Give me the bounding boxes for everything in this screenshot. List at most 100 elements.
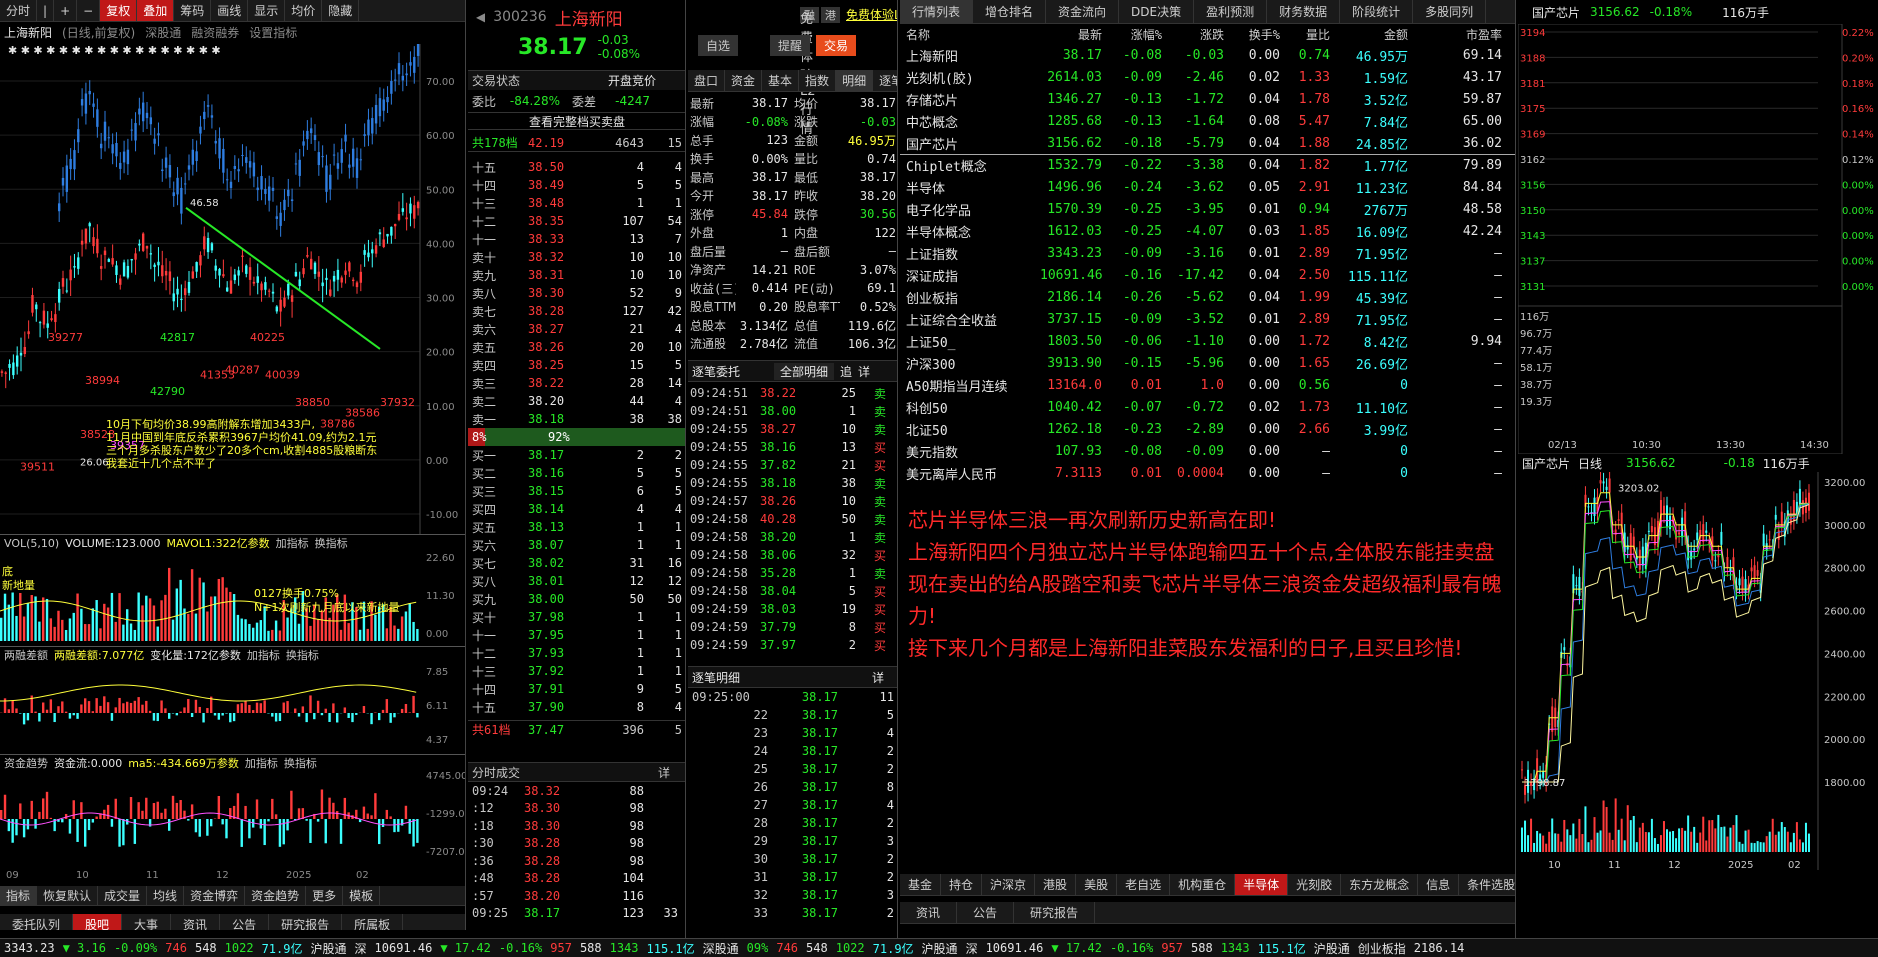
- list-row[interactable]: 创业板指 2186.14 -0.26 -5.62 0.04 1.99 45.39亿 —: [900, 286, 1515, 308]
- order-row[interactable]: 卖三 38.22 28 14: [468, 374, 685, 392]
- list-header-0[interactable]: 名称: [900, 26, 1040, 43]
- order-row[interactable]: 十四 38.49 5 5: [468, 176, 685, 194]
- list-tab-0[interactable]: 行情列表: [900, 0, 974, 23]
- list-tab-1[interactable]: 增仓排名: [973, 0, 1047, 23]
- toolbar-btn-7[interactable]: 画线: [211, 0, 249, 21]
- list-header-3[interactable]: 涨跌: [1162, 26, 1224, 43]
- list-bottom-tab-2[interactable]: 沪深京: [982, 874, 1036, 895]
- index-daily-chart[interactable]: 3200.00 3000.00 2800.00 2600.00 2400.00 2200.…: [1518, 472, 1878, 870]
- quote-tab-2[interactable]: 基本: [762, 70, 800, 91]
- order-row[interactable]: 买九 38.00 50 50: [468, 590, 685, 608]
- order-row[interactable]: 买三 38.15 6 5: [468, 482, 685, 500]
- index-intraday-chart[interactable]: 3194 0.22% 3188 0.20% 3181 0.18% 3175 0.16% 3169…: [1518, 24, 1878, 454]
- full-book-link[interactable]: 查看完整档买卖盘: [529, 113, 625, 130]
- fenshi-title[interactable]: 分时成交: [468, 764, 658, 781]
- quote-tab-1[interactable]: 资金: [725, 70, 763, 91]
- watch-button[interactable]: 自选: [698, 34, 739, 56]
- order-row[interactable]: 买二 38.16 5 5: [468, 464, 685, 482]
- order-row[interactable]: 买十 37.98 1 1: [468, 608, 685, 626]
- list-tab-6[interactable]: 阶段统计: [1340, 0, 1414, 23]
- list-header-5[interactable]: 量比: [1280, 26, 1330, 43]
- zhubi-detail[interactable]: 详: [858, 363, 870, 380]
- order-row[interactable]: 十五 38.50 4 4: [468, 158, 685, 176]
- list-bottom-tab-4[interactable]: 美股: [1076, 874, 1118, 895]
- order-row[interactable]: 卖五 38.26 20 10: [468, 338, 685, 356]
- toolbar-btn-9[interactable]: 均价: [285, 0, 323, 21]
- list-header-6[interactable]: 金额: [1330, 26, 1408, 43]
- list-row[interactable]: 中芯概念 1285.68 -0.13 -1.64 0.08 5.47 7.84亿 65.00: [900, 110, 1515, 132]
- left-tab-5[interactable]: 研究报告: [269, 914, 343, 930]
- toolbar-btn-3[interactable]: −: [77, 0, 101, 21]
- margin-switch-btn[interactable]: 换指标: [286, 647, 319, 663]
- list-bottom-tab-0[interactable]: 基金: [900, 874, 942, 895]
- order-row[interactable]: 买一 38.17 2 2: [468, 446, 685, 464]
- quote-tab-4[interactable]: 明细: [836, 70, 874, 91]
- indicator-tab-4[interactable]: 资金博弈: [184, 886, 246, 905]
- order-row[interactable]: 卖一 38.18 38 38: [468, 410, 685, 428]
- order-row[interactable]: 卖二 38.20 44 4: [468, 392, 685, 410]
- list-bottom-tab-3[interactable]: 港股: [1035, 874, 1077, 895]
- zhubi-chase[interactable]: 追: [840, 363, 852, 380]
- list-header-4[interactable]: 换手%: [1224, 26, 1280, 43]
- list-row[interactable]: 电子化学品 1570.39 -0.25 -3.95 0.01 0.94 2767万 48.58: [900, 198, 1515, 220]
- order-row[interactable]: 卖六 38.27 21 4: [468, 320, 685, 338]
- order-row[interactable]: 卖四 38.25 15 5: [468, 356, 685, 374]
- toolbar-btn-2[interactable]: +: [54, 0, 78, 21]
- list-row[interactable]: 上证综合全收益 3737.15 -0.09 -3.52 0.01 2.89 71.95亿 —: [900, 308, 1515, 330]
- toolbar-btn-6[interactable]: 筹码: [174, 0, 212, 21]
- toolbar-btn-10[interactable]: 隐藏: [322, 0, 360, 21]
- toolbar-btn-5[interactable]: 叠加: [137, 0, 175, 21]
- list-row[interactable]: 深证成指 10691.46 -0.16 -17.42 0.04 2.50 115.11亿 —: [900, 264, 1515, 286]
- list-bottom-tab-1[interactable]: 持仓: [941, 874, 983, 895]
- list-row[interactable]: 美元指数 107.93 -0.08 -0.09 0.00 — 0 —: [900, 440, 1515, 462]
- order-row[interactable]: 十一 37.95 1 1: [468, 626, 685, 644]
- list-row[interactable]: 半导体概念 1612.03 -0.25 -4.07 0.03 1.85 16.09亿 42.2…: [900, 220, 1515, 242]
- indicator-tab-6[interactable]: 更多: [306, 886, 344, 905]
- quote-tab-5[interactable]: 逐笔: [873, 70, 897, 91]
- quote-tab-0[interactable]: 盘口: [688, 70, 726, 91]
- list-row[interactable]: 北证50 1262.18 -0.23 -2.89 0.00 2.66 3.99亿 —: [900, 418, 1515, 440]
- prev-stock-icon[interactable]: ◀: [476, 10, 485, 24]
- list-row[interactable]: 光刻机(胶) 2614.03 -0.09 -2.46 0.02 1.33 1.59亿 43.1…: [900, 66, 1515, 88]
- left-tab-3[interactable]: 资讯: [171, 914, 221, 930]
- list-row[interactable]: 国产芯片 3156.62 -0.18 -5.79 0.04 1.88 24.85亿 36.02: [900, 132, 1515, 154]
- fund-add-btn[interactable]: 加指标: [245, 755, 278, 771]
- list-sub-tab-0[interactable]: 资讯: [900, 902, 958, 923]
- order-row[interactable]: 十二 37.93 1 1: [468, 644, 685, 662]
- left-tab-4[interactable]: 公告: [220, 914, 270, 930]
- order-row[interactable]: 卖九 38.31 10 10: [468, 266, 685, 284]
- fund-switch-btn[interactable]: 换指标: [284, 755, 317, 771]
- indicator-tab-5[interactable]: 资金趋势: [245, 886, 307, 905]
- list-tab-2[interactable]: 资金流向: [1046, 0, 1120, 23]
- l2-trial-link[interactable]: 免费体验L2行情: [846, 6, 897, 23]
- list-bottom-tab-11[interactable]: 条件选股: [1459, 874, 1515, 895]
- order-row[interactable]: 十四 37.91 9 5: [468, 680, 685, 698]
- link-margin[interactable]: 融资融券: [191, 24, 239, 41]
- list-header-7[interactable]: 市盈率: [1408, 26, 1502, 43]
- trade-button[interactable]: 交易: [816, 34, 857, 56]
- list-row[interactable]: 半导体 1496.96 -0.24 -3.62 0.05 2.91 11.23亿 84.84: [900, 176, 1515, 198]
- order-row[interactable]: 卖十 38.32 10 10: [468, 248, 685, 266]
- list-bottom-tab-7[interactable]: 半导体: [1235, 874, 1289, 895]
- indicator-tab-3[interactable]: 均线: [147, 886, 185, 905]
- list-tab-3[interactable]: DDE决策: [1119, 0, 1195, 23]
- left-tab-2[interactable]: 大事: [122, 914, 172, 930]
- order-row[interactable]: 十二 38.35 107 54: [468, 212, 685, 230]
- order-row[interactable]: 买六 38.07 1 1: [468, 536, 685, 554]
- list-tab-4[interactable]: 盈利预测: [1194, 0, 1268, 23]
- order-row[interactable]: 买五 38.13 1 1: [468, 518, 685, 536]
- link-deep[interactable]: 深股通: [145, 24, 181, 41]
- list-row[interactable]: 上证50_ 1803.50 -0.06 -1.10 0.00 1.72 8.42亿 9.94: [900, 330, 1515, 352]
- toolbar-btn-0[interactable]: 分时: [0, 0, 38, 21]
- left-tab-1[interactable]: 股吧: [73, 914, 123, 930]
- toolbar-btn-8[interactable]: 显示: [248, 0, 286, 21]
- list-row[interactable]: 上海新阳 38.17 -0.08 -0.03 0.00 0.74 46.95万 69.14: [900, 44, 1515, 66]
- list-sub-tab-2[interactable]: 研究报告: [1014, 902, 1096, 923]
- list-row[interactable]: Chiplet概念 1532.79 -0.22 -3.38 0.04 1.82 1.77亿 7…: [900, 154, 1515, 176]
- order-row[interactable]: 买四 38.14 4 4: [468, 500, 685, 518]
- indicator-tab-1[interactable]: 恢复默认: [37, 886, 99, 905]
- indicator-tab-0[interactable]: 指标: [0, 886, 38, 905]
- toolbar-btn-1[interactable]: |: [37, 0, 55, 21]
- list-tab-5[interactable]: 财务数据: [1267, 0, 1341, 23]
- list-row[interactable]: 沪深300 3913.90 -0.15 -5.96 0.00 1.65 26.69亿 —: [900, 352, 1515, 374]
